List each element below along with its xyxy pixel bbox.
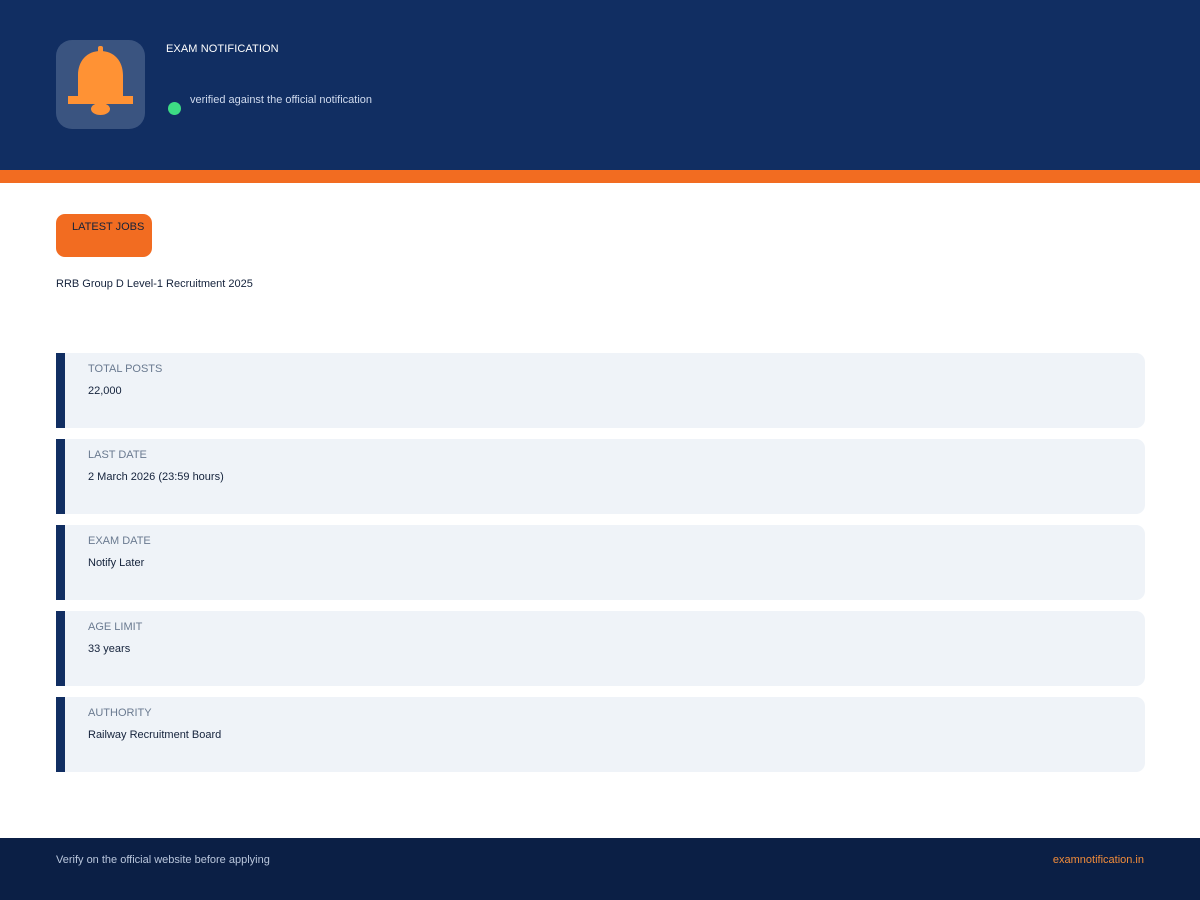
latest-jobs-badge-label: LATEST JOBS: [72, 221, 145, 233]
detail-label: AGE LIMIT: [88, 621, 143, 633]
detail-card-total-posts: TOTAL POSTS 22,000: [56, 353, 1145, 428]
detail-value: 22,000: [88, 385, 122, 397]
card-accent-stripe: [56, 439, 65, 514]
detail-label: EXAM DATE: [88, 535, 151, 547]
detail-label: LAST DATE: [88, 449, 147, 461]
verified-status-text: verified against the official notificati…: [190, 94, 373, 106]
page-title: EXAM NOTIFICATION: [166, 43, 279, 55]
detail-card-authority: AUTHORITY Railway Recruitment Board: [56, 697, 1145, 772]
card-accent-stripe: [56, 611, 65, 686]
detail-label: AUTHORITY: [88, 707, 152, 719]
detail-card-age-limit: AGE LIMIT 33 years: [56, 611, 1145, 686]
detail-label: TOTAL POSTS: [88, 363, 163, 375]
app-logo: [56, 40, 145, 129]
verified-status-dot: [168, 102, 181, 115]
detail-value: 33 years: [88, 643, 131, 655]
card-accent-stripe: [56, 697, 65, 772]
footer-disclaimer: Verify on the official website before ap…: [56, 854, 270, 866]
card-accent-stripe: [56, 525, 65, 600]
footer: Verify on the official website before ap…: [0, 838, 1200, 900]
detail-card-last-date: LAST DATE 2 March 2026 (23:59 hours): [56, 439, 1145, 514]
detail-value: 2 March 2026 (23:59 hours): [88, 471, 224, 483]
detail-value: Notify Later: [88, 557, 145, 569]
bell-icon: [68, 46, 133, 115]
job-title: RRB Group D Level-1 Recruitment 2025: [56, 278, 253, 290]
latest-jobs-badge: LATEST JOBS: [56, 214, 152, 257]
accent-divider: [0, 170, 1200, 183]
footer-site-link[interactable]: examnotification.in: [1053, 854, 1144, 866]
header: EXAM NOTIFICATION verified against the o…: [0, 0, 1200, 170]
detail-card-exam-date: EXAM DATE Notify Later: [56, 525, 1145, 600]
card-accent-stripe: [56, 353, 65, 428]
detail-value: Railway Recruitment Board: [88, 729, 222, 741]
